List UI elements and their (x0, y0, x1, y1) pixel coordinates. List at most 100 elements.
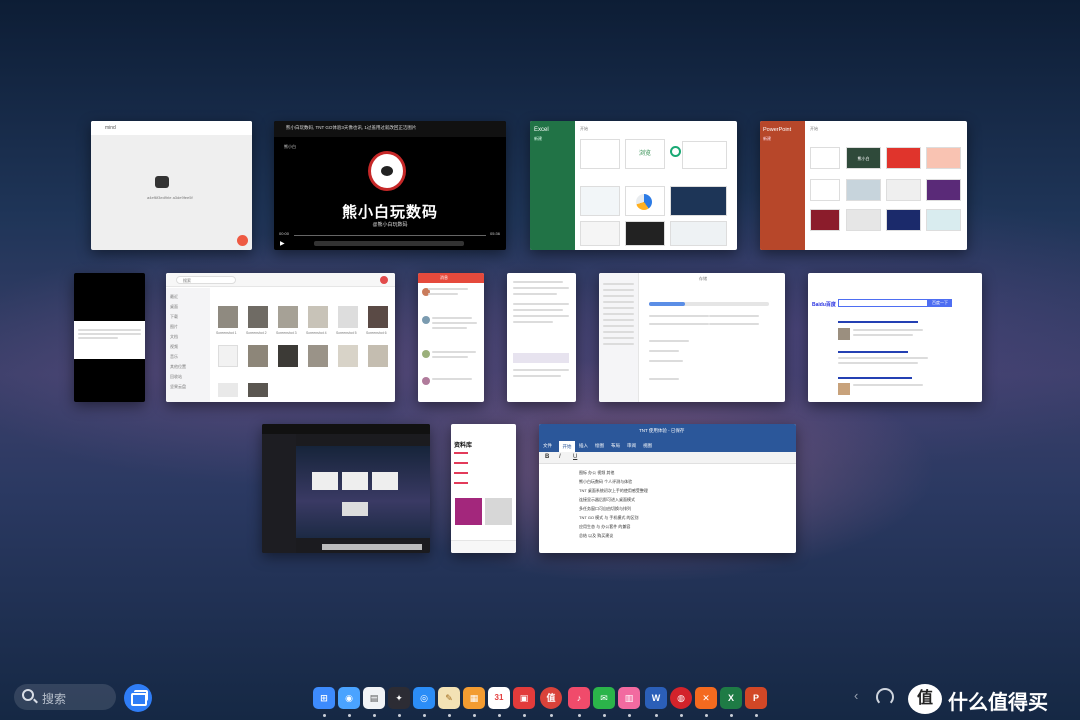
sidebar-item-music[interactable]: 音乐 (170, 354, 178, 360)
ppt-template-8[interactable] (926, 179, 961, 201)
search-input[interactable]: 搜索 (14, 684, 116, 710)
ppt-template-10[interactable] (846, 209, 881, 231)
file-thumb-7[interactable] (218, 345, 238, 367)
file-thumb-14[interactable] (248, 383, 268, 397)
photos-icon[interactable]: ▦ (463, 687, 485, 709)
bold-icon[interactable]: B (545, 454, 549, 460)
files-search-input[interactable]: 搜索 (176, 276, 236, 284)
ppt-template-4[interactable] (926, 147, 961, 169)
file-thumb-1[interactable] (218, 306, 238, 328)
italic-icon[interactable]: I (559, 454, 561, 460)
music-window[interactable]: 资料库 (451, 424, 516, 553)
album-cover[interactable] (455, 498, 482, 525)
music-list-item[interactable] (454, 472, 468, 474)
excel-window[interactable]: Excel 新建 开始 浏览 (530, 121, 737, 250)
word-tab-review[interactable]: 审阅 (627, 443, 636, 449)
word-tab-layout[interactable]: 布局 (611, 443, 620, 449)
baidu-window[interactable]: Baidu百度 百度一下 (808, 273, 982, 402)
notes-icon[interactable]: ✎ (438, 687, 460, 709)
result-link[interactable] (838, 377, 912, 379)
sidebar-item-recent[interactable]: 最近 (170, 294, 178, 300)
music-icon[interactable]: ♪ (568, 687, 590, 709)
excel-template-7[interactable] (670, 186, 727, 216)
chat-window[interactable]: 消息 (418, 273, 484, 402)
excel-template-6[interactable] (625, 186, 665, 216)
file-thumb-3[interactable] (278, 306, 298, 328)
mercedes-icon[interactable]: ✦ (388, 687, 410, 709)
settings-window[interactable]: 存储 (599, 273, 785, 402)
ppt-template-7[interactable] (886, 179, 921, 201)
powerpoint-window[interactable]: PowerPoint 新建 开始 熊小白 (760, 121, 967, 250)
file-thumb-6[interactable] (368, 306, 388, 328)
video-window[interactable]: 熊小白玩数码, TNT GO体验3天像也讯, 1过盖用过就改回正洁图片 熊小白 … (274, 121, 506, 250)
excel-template-4[interactable] (682, 141, 727, 169)
browser-icon[interactable]: ◉ (338, 687, 360, 709)
files-close-icon[interactable] (380, 276, 388, 284)
file-thumb-4[interactable] (308, 306, 328, 328)
powerpoint-icon[interactable]: P (745, 687, 767, 709)
file-thumb-12[interactable] (368, 345, 388, 367)
excel-template-8[interactable] (580, 221, 620, 246)
video-progress-bar[interactable] (294, 235, 486, 236)
sidebar-item-downloads[interactable]: 下载 (170, 314, 178, 320)
ppt-template-2[interactable]: 熊小白 (846, 147, 881, 169)
file-thumb-2[interactable] (248, 306, 268, 328)
ppt-template-5[interactable] (810, 179, 840, 201)
multitask-button[interactable] (124, 684, 152, 712)
music-list-item[interactable] (454, 482, 468, 484)
article-window[interactable] (507, 273, 576, 402)
excel-icon[interactable]: X (720, 687, 742, 709)
word-tab-draw[interactable]: 绘图 (595, 443, 604, 449)
excel-template-10[interactable] (670, 221, 727, 246)
file-thumb-9[interactable] (278, 345, 298, 367)
files-icon[interactable]: ▤ (363, 687, 385, 709)
baidu-search-input[interactable] (838, 299, 928, 307)
ppt-template-11[interactable] (886, 209, 921, 231)
result-link[interactable] (838, 351, 908, 353)
file-thumb-8[interactable] (248, 345, 268, 367)
result-link[interactable] (838, 321, 918, 323)
word-tab-home[interactable]: 开始 (559, 441, 575, 452)
files-window[interactable]: 搜索 最近 桌面 下载 图片 文档 视频 音乐 其他位置 回收站 坚果云盘 Sc… (166, 273, 395, 402)
ppt-template-6[interactable] (846, 179, 881, 201)
sidebar-item-videos[interactable]: 视频 (170, 344, 178, 350)
sidebar-item-cloud[interactable]: 坚果云盘 (170, 384, 186, 390)
sidebar-item-pictures[interactable]: 图片 (170, 324, 178, 330)
ppt-template-1[interactable] (810, 147, 840, 169)
danmaku-input[interactable] (314, 241, 464, 246)
seal-app-icon[interactable]: 值 (540, 687, 562, 709)
baidu-search-button[interactable]: 百度一下 (928, 299, 952, 307)
calendar-icon[interactable]: 31 (488, 687, 510, 709)
file-thumb-10[interactable] (308, 345, 328, 367)
mind-window[interactable]: mind a4ef6f3ed9rle a3de9fee5f (91, 121, 252, 250)
ppt-template-3[interactable] (886, 147, 921, 169)
sidebar-item-documents[interactable]: 文档 (170, 334, 178, 340)
file-thumb-5[interactable] (338, 306, 358, 328)
wechat-icon[interactable]: ✉ (593, 687, 615, 709)
music-list-item[interactable] (454, 452, 468, 454)
word-tab-insert[interactable]: 插入 (579, 443, 588, 449)
sidebar-item-trash[interactable]: 回收站 (170, 374, 182, 380)
music-list-item[interactable] (454, 462, 468, 464)
launcher-icon[interactable]: ⊞ (313, 687, 335, 709)
netease-music-icon[interactable]: ◍ (670, 687, 692, 709)
sidebar-item-other[interactable]: 其他位置 (170, 364, 186, 370)
ppt-template-12[interactable] (926, 209, 961, 231)
ppt-template-9[interactable] (810, 209, 840, 231)
excel-template-2[interactable]: 浏览 (625, 139, 665, 169)
pink-app-icon[interactable]: ▥ (618, 687, 640, 709)
settings-icon[interactable]: ◎ (413, 687, 435, 709)
sidebar-item-desktop[interactable]: 桌面 (170, 304, 178, 310)
excel-template-5[interactable] (580, 186, 620, 216)
add-button[interactable] (237, 235, 248, 246)
file-thumb-13[interactable] (218, 383, 238, 397)
chevron-left-icon[interactable]: ‹ (854, 688, 858, 703)
red-app-icon[interactable]: ▣ (513, 687, 535, 709)
excel-template-9[interactable] (625, 221, 665, 246)
word-window[interactable]: TNT 使用体验 - 已保存 文件 开始 插入 绘图 布局 审阅 视图 B I … (539, 424, 796, 553)
album-cover[interactable] (485, 498, 512, 525)
desktop-mirror-window[interactable] (262, 424, 430, 553)
wifi-icon[interactable] (876, 688, 894, 706)
file-thumb-11[interactable] (338, 345, 358, 367)
excel-template-1[interactable] (580, 139, 620, 169)
